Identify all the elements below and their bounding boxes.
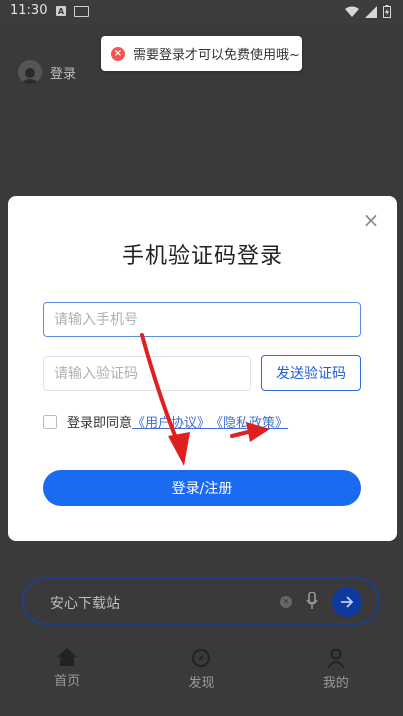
avatar bbox=[18, 60, 42, 84]
toast-text: 需要登录才可以免费使用哦~ bbox=[133, 48, 300, 63]
login-required-toast: × 需要登录才可以免费使用哦~ bbox=[101, 36, 302, 71]
notification-a-icon: A bbox=[56, 6, 66, 16]
bottom-nav: 首页 发现 我的 bbox=[0, 640, 403, 716]
phone-input[interactable] bbox=[43, 302, 361, 337]
login-register-button[interactable]: 登录/注册 bbox=[43, 470, 361, 506]
nav-item-discover: 发现 bbox=[151, 640, 251, 716]
nav-label-home: 首页 bbox=[54, 674, 81, 689]
error-icon: × bbox=[111, 46, 125, 61]
clear-icon: × bbox=[280, 596, 292, 608]
background-login-label: 登录 bbox=[50, 66, 77, 82]
status-bar: 11:30 A bbox=[0, 0, 403, 24]
agree-checkbox[interactable] bbox=[43, 414, 57, 429]
search-text: 安心下载站 bbox=[50, 596, 120, 612]
background-login-entry: 登录 bbox=[18, 60, 76, 84]
arrow-right-icon bbox=[341, 596, 354, 608]
agreement-row: 登录即同意 《用户协议》 《隐私政策》 bbox=[43, 412, 288, 431]
person-icon bbox=[20, 68, 40, 84]
nav-label-mine: 我的 bbox=[322, 676, 349, 691]
search-go-button bbox=[332, 587, 362, 617]
person-icon bbox=[326, 648, 345, 668]
privacy-policy-link[interactable]: 《隐私政策》 bbox=[210, 412, 288, 431]
user-agreement-link[interactable]: 《用户协议》 bbox=[132, 412, 210, 431]
signal-icon bbox=[365, 5, 377, 18]
send-code-button[interactable]: 发送验证码 bbox=[261, 355, 361, 391]
nav-item-home: 首页 bbox=[17, 640, 117, 716]
verification-code-input[interactable] bbox=[43, 356, 251, 391]
battery-icon bbox=[383, 5, 391, 18]
agree-prefix: 登录即同意 bbox=[67, 416, 133, 431]
home-icon bbox=[57, 648, 78, 666]
search-bar: 安心下载站 × bbox=[22, 577, 380, 625]
compass-icon bbox=[192, 649, 211, 667]
wifi-icon bbox=[345, 6, 359, 17]
nav-item-mine: 我的 bbox=[286, 640, 386, 716]
status-time: 11:30 bbox=[10, 3, 48, 18]
microphone-icon bbox=[306, 592, 318, 609]
login-modal: × 手机验证码登录 发送验证码 登录即同意 《用户协议》 《隐私政策》 登录/注… bbox=[8, 196, 397, 541]
keyboard-icon bbox=[74, 6, 89, 17]
modal-title: 手机验证码登录 bbox=[121, 244, 283, 269]
close-icon[interactable]: × bbox=[361, 210, 381, 230]
nav-label-discover: 发现 bbox=[188, 676, 215, 691]
